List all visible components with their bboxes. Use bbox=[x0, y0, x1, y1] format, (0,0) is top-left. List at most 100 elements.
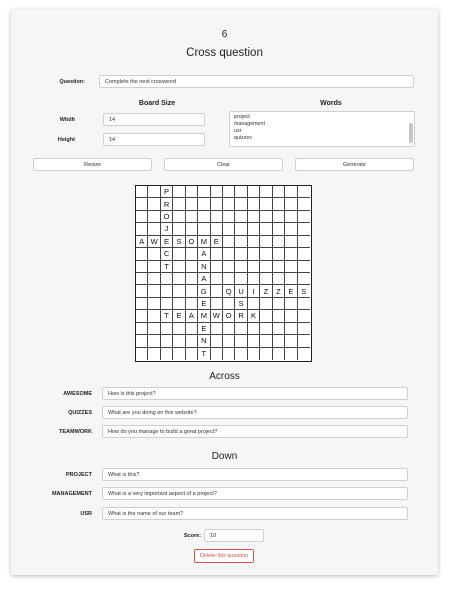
grid-cell[interactable] bbox=[235, 322, 248, 336]
grid-cell[interactable] bbox=[136, 248, 149, 261]
across-clue-input[interactable]: What are you doing on this website? bbox=[102, 406, 408, 419]
words-scrollbar[interactable] bbox=[409, 123, 413, 143]
word-item[interactable]: project bbox=[234, 114, 410, 121]
width-input[interactable]: 14 bbox=[103, 113, 205, 126]
word-item[interactable]: quizzes bbox=[234, 135, 410, 142]
grid-cell[interactable] bbox=[298, 348, 310, 360]
grid-cell[interactable] bbox=[148, 248, 161, 261]
grid-cell[interactable] bbox=[161, 347, 174, 360]
grid-cell[interactable] bbox=[210, 273, 223, 286]
grid-cell-letter[interactable]: E bbox=[285, 285, 298, 298]
grid-cell[interactable] bbox=[185, 260, 199, 273]
grid-cell[interactable] bbox=[235, 210, 248, 224]
grid-cell[interactable] bbox=[148, 273, 161, 286]
grid-cell[interactable] bbox=[210, 285, 223, 298]
grid-cell[interactable] bbox=[247, 248, 261, 261]
grid-cell[interactable] bbox=[247, 186, 261, 199]
grid-cell-letter[interactable]: W bbox=[148, 235, 161, 249]
grid-cell[interactable] bbox=[285, 186, 298, 199]
grid-cell[interactable] bbox=[272, 186, 286, 199]
grid-cell[interactable] bbox=[297, 223, 310, 236]
grid-cell[interactable] bbox=[160, 297, 174, 311]
grid-cell-letter[interactable]: I bbox=[247, 285, 261, 298]
grid-cell[interactable] bbox=[260, 223, 273, 236]
grid-cell[interactable] bbox=[136, 335, 149, 348]
grid-cell[interactable] bbox=[285, 235, 298, 249]
grid-cell[interactable] bbox=[272, 310, 286, 323]
grid-cell-letter[interactable]: W bbox=[210, 310, 223, 323]
grid-cell[interactable] bbox=[297, 211, 310, 224]
grid-cell[interactable] bbox=[235, 198, 248, 211]
grid-cell-letter[interactable]: R bbox=[160, 198, 174, 211]
grid-cell-letter[interactable]: A bbox=[136, 235, 149, 249]
grid-cell[interactable] bbox=[297, 186, 310, 199]
grid-cell[interactable] bbox=[148, 322, 161, 336]
grid-cell[interactable] bbox=[136, 310, 149, 323]
grid-cell[interactable] bbox=[185, 273, 199, 286]
grid-cell[interactable] bbox=[272, 223, 286, 236]
grid-cell[interactable] bbox=[223, 347, 236, 360]
grid-cell[interactable] bbox=[260, 297, 273, 311]
grid-cell[interactable] bbox=[285, 310, 298, 323]
grid-cell-letter[interactable]: S bbox=[297, 285, 310, 298]
grid-cell[interactable] bbox=[272, 248, 286, 261]
grid-cell[interactable] bbox=[223, 223, 236, 236]
grid-cell-letter[interactable]: O bbox=[160, 210, 174, 224]
grid-cell-letter[interactable]: J bbox=[160, 223, 174, 236]
grid-cell[interactable] bbox=[247, 223, 261, 236]
grid-cell[interactable] bbox=[173, 322, 186, 336]
grid-cell-letter[interactable]: Q bbox=[223, 285, 236, 298]
grid-cell[interactable] bbox=[173, 297, 186, 311]
grid-cell-letter[interactable]: A bbox=[185, 310, 199, 323]
grid-cell[interactable] bbox=[173, 198, 186, 211]
grid-cell[interactable] bbox=[235, 186, 248, 199]
grid-cell[interactable] bbox=[210, 210, 223, 224]
grid-cell[interactable] bbox=[198, 186, 211, 199]
clear-button[interactable]: Clear bbox=[164, 158, 283, 171]
grid-cell[interactable] bbox=[210, 260, 223, 273]
grid-cell[interactable] bbox=[297, 323, 310, 336]
grid-cell[interactable] bbox=[297, 261, 310, 273]
grid-cell-letter[interactable]: T bbox=[160, 310, 174, 323]
grid-cell[interactable] bbox=[173, 210, 186, 224]
grid-cell[interactable] bbox=[148, 335, 161, 348]
question-input[interactable]: Complete the next crossword bbox=[99, 75, 414, 88]
grid-cell[interactable] bbox=[185, 335, 199, 348]
grid-cell[interactable] bbox=[272, 273, 286, 286]
grid-cell[interactable] bbox=[272, 198, 286, 211]
grid-cell[interactable] bbox=[160, 273, 174, 286]
grid-cell-letter[interactable]: T bbox=[160, 260, 174, 273]
grid-cell[interactable] bbox=[148, 186, 161, 199]
down-clue-input[interactable]: What is this? bbox=[102, 468, 408, 481]
grid-cell[interactable] bbox=[148, 347, 161, 360]
grid-cell[interactable] bbox=[210, 198, 223, 211]
grid-cell[interactable] bbox=[247, 273, 261, 286]
grid-cell[interactable] bbox=[297, 198, 310, 211]
grid-cell[interactable] bbox=[210, 248, 223, 261]
grid-cell[interactable] bbox=[210, 186, 223, 199]
grid-cell[interactable] bbox=[223, 335, 236, 348]
grid-cell[interactable] bbox=[235, 223, 248, 236]
down-clue-input[interactable]: What is the name of our team? bbox=[102, 507, 408, 520]
grid-cell[interactable] bbox=[148, 210, 161, 224]
grid-cell[interactable] bbox=[173, 186, 186, 199]
grid-cell[interactable] bbox=[247, 235, 261, 249]
grid-cell[interactable] bbox=[285, 297, 298, 311]
grid-cell-letter[interactable]: O bbox=[223, 310, 236, 323]
grid-cell-letter[interactable]: U bbox=[235, 285, 248, 298]
grid-cell[interactable] bbox=[285, 273, 298, 286]
grid-cell[interactable] bbox=[285, 198, 298, 211]
grid-cell-letter[interactable]: G bbox=[198, 285, 211, 298]
grid-cell-letter[interactable]: N bbox=[198, 335, 211, 348]
grid-cell[interactable] bbox=[185, 285, 199, 298]
delete-question-button[interactable]: Delete this question bbox=[194, 549, 254, 563]
grid-cell-letter[interactable]: E bbox=[210, 235, 223, 249]
grid-cell-letter[interactable]: Z bbox=[272, 285, 286, 298]
grid-cell[interactable] bbox=[235, 248, 248, 261]
grid-cell[interactable] bbox=[297, 236, 310, 249]
grid-cell[interactable] bbox=[223, 198, 236, 211]
grid-cell[interactable] bbox=[148, 223, 161, 236]
grid-cell[interactable] bbox=[223, 235, 236, 249]
grid-cell[interactable] bbox=[136, 260, 149, 273]
grid-cell[interactable] bbox=[185, 223, 199, 236]
